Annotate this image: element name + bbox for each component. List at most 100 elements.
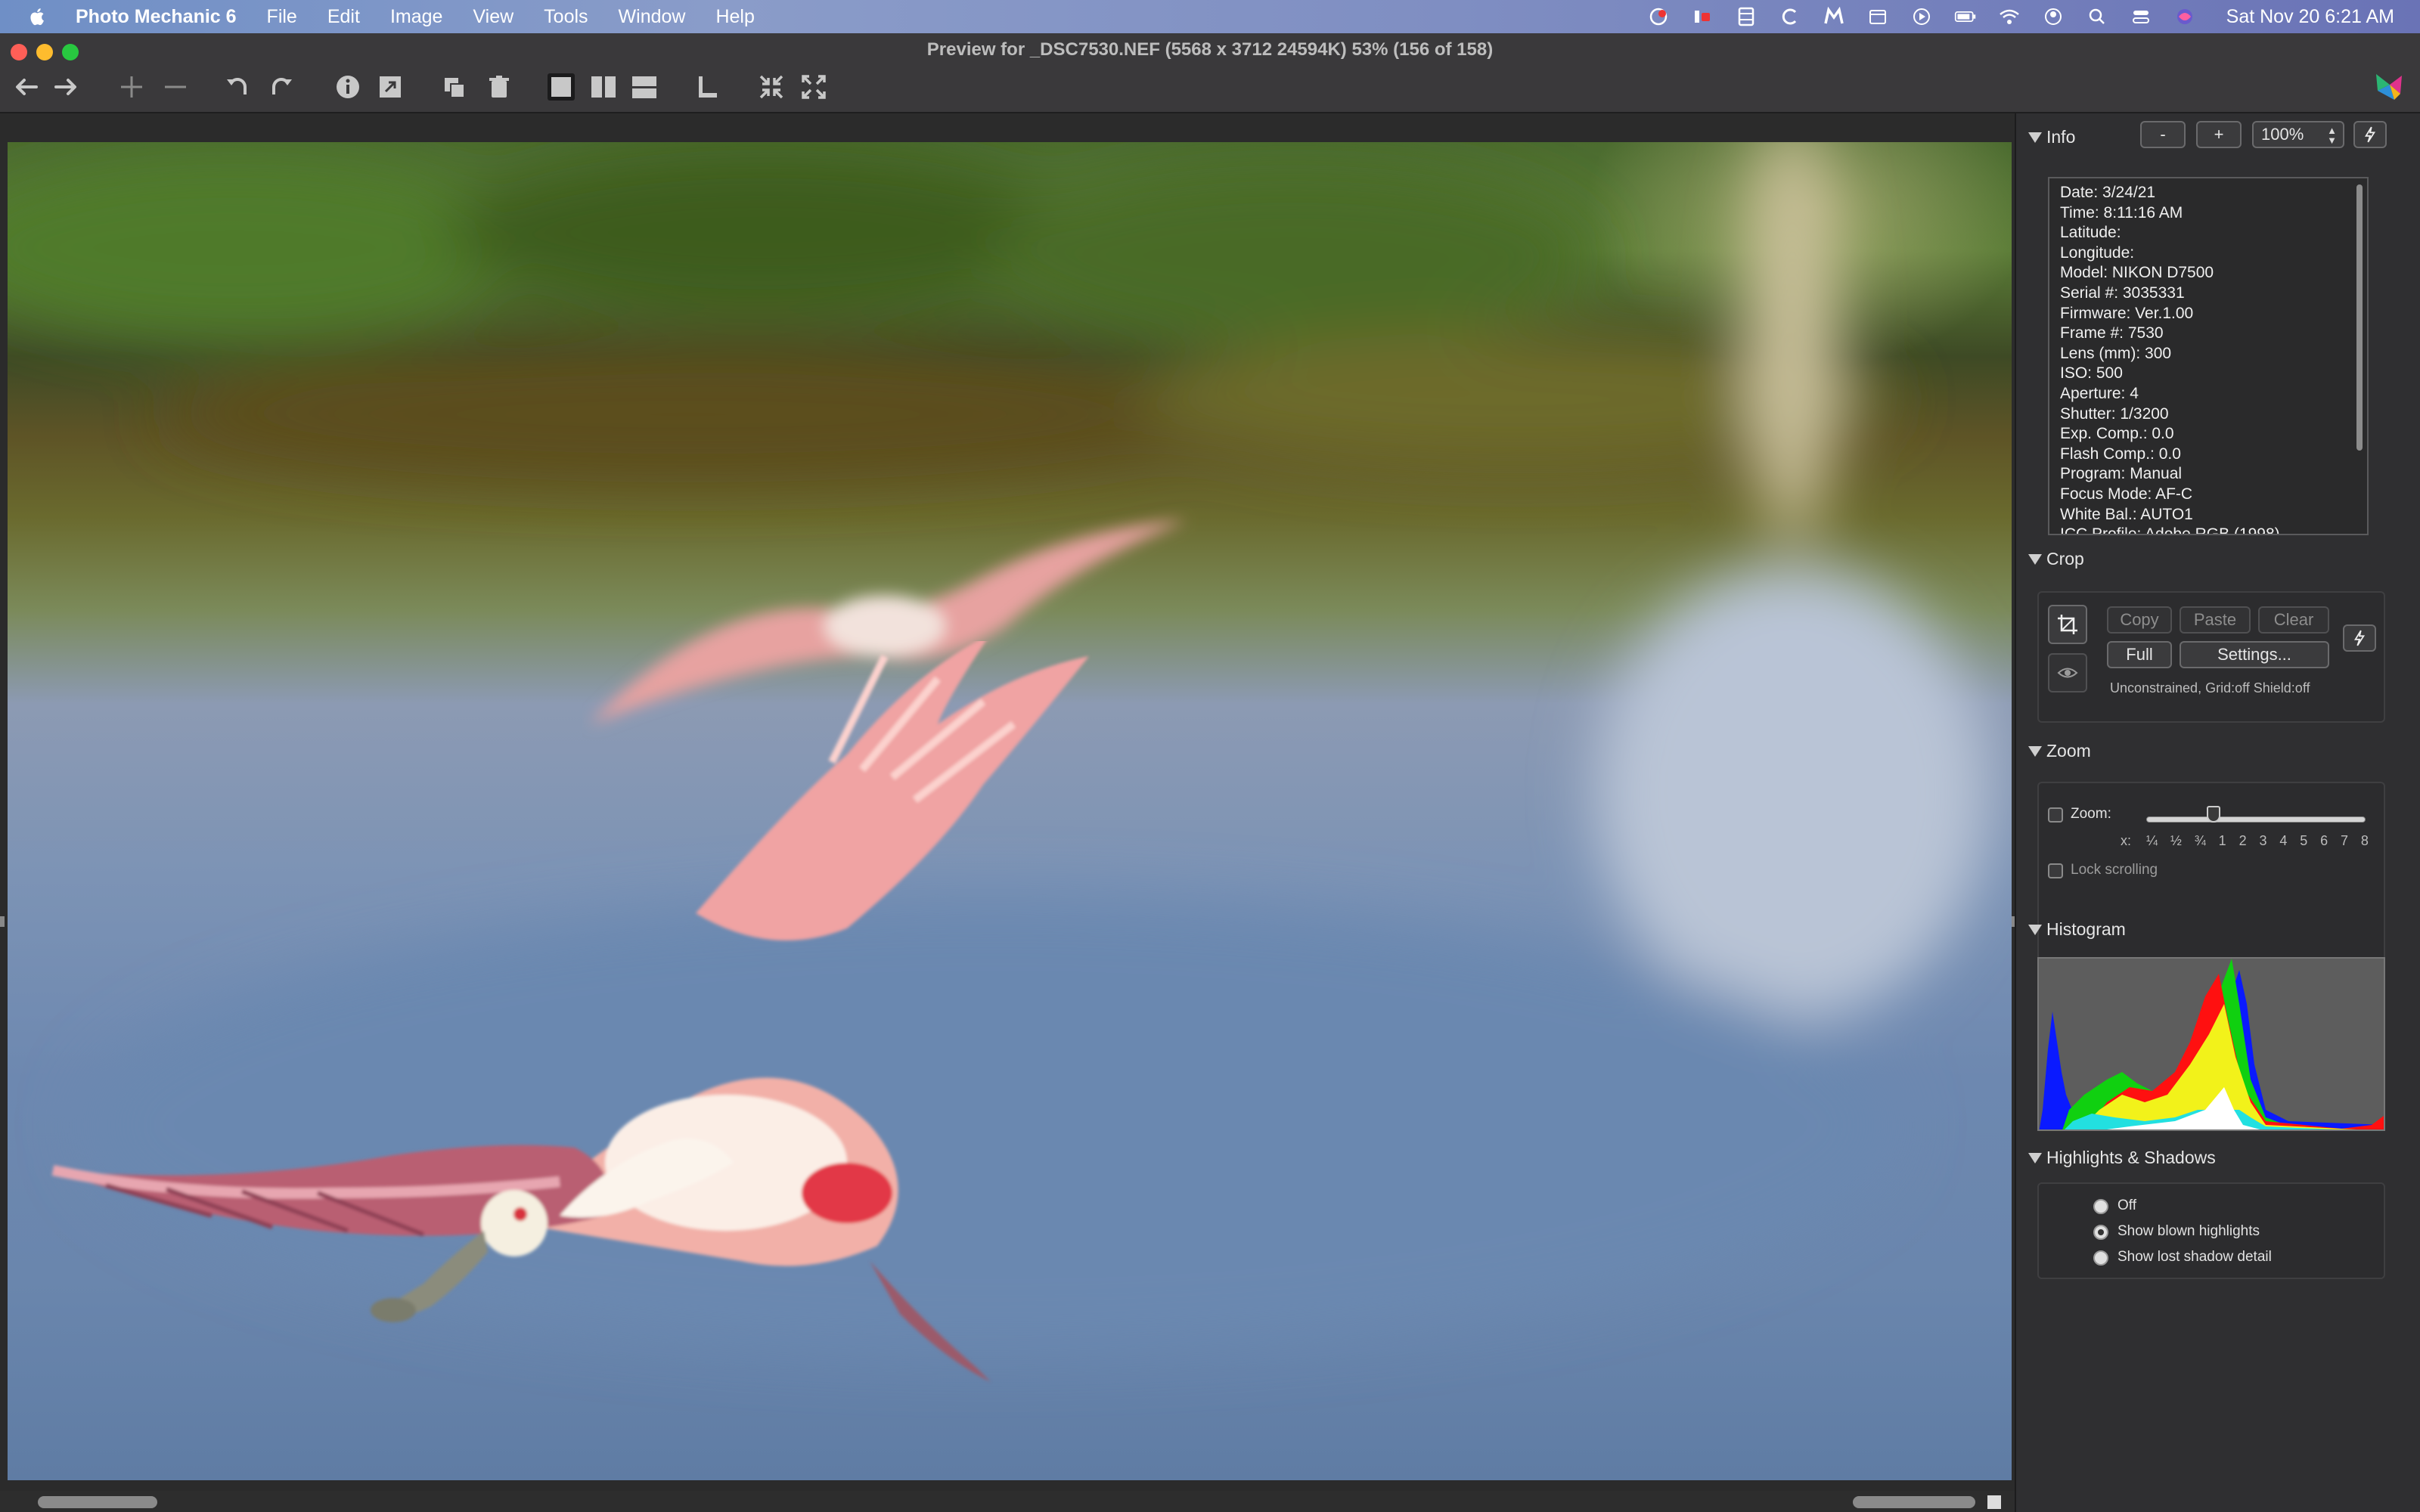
zoom-tick: ½ <box>2170 833 2182 848</box>
menu-tools[interactable]: Tools <box>544 6 588 28</box>
info-line: Aperture: 4 <box>2060 384 2139 402</box>
lock-scrolling-checkbox[interactable] <box>2048 863 2063 878</box>
crop-tool-button[interactable] <box>2048 605 2087 644</box>
trash-icon[interactable] <box>484 71 514 103</box>
preview-photo[interactable] <box>8 142 2012 1480</box>
inspector-panel: Info - + 100% ▲ ▼ Date: 3/24/21 Time: 8:1… <box>2015 113 2420 1512</box>
menu-view[interactable]: View <box>473 6 513 28</box>
resize-corner[interactable] <box>1987 1495 2001 1509</box>
info-section-header[interactable]: Info <box>2028 127 2075 147</box>
user-account-icon[interactable] <box>2040 5 2066 28</box>
fit-to-window-icon[interactable] <box>756 71 786 103</box>
zoom-in-plus-icon[interactable] <box>116 71 147 103</box>
recording-icon[interactable] <box>1689 5 1715 28</box>
copy-icon[interactable] <box>440 71 470 103</box>
calendar-icon[interactable] <box>1865 5 1891 28</box>
scroll-thumb-left[interactable] <box>38 1496 157 1508</box>
zoom-slider-track[interactable] <box>2146 816 2366 823</box>
radio-show-lost-shadow[interactable] <box>2093 1250 2108 1266</box>
horizontal-scrollbar[interactable] <box>0 1491 2015 1512</box>
zoom-tick: 8 <box>2360 833 2369 848</box>
menu-edit[interactable]: Edit <box>327 6 360 28</box>
search-icon[interactable] <box>2084 5 2110 28</box>
histogram-section-header[interactable]: Histogram <box>2028 919 2126 940</box>
highlights-header-label: Highlights & Shadows <box>2046 1148 2216 1167</box>
highlights-section-header[interactable]: Highlights & Shadows <box>2028 1148 2216 1168</box>
info-line: ISO: 500 <box>2060 364 2123 383</box>
lightning-icon <box>2353 630 2366 646</box>
forward-arrow-icon[interactable] <box>51 71 82 103</box>
radio-show-blown-highlights[interactable] <box>2093 1225 2108 1240</box>
control-center-icon[interactable] <box>2128 5 2154 28</box>
zoom-tick: ¾ <box>2194 833 2206 848</box>
disclosure-triangle-icon <box>2028 745 2042 757</box>
menu-file[interactable]: File <box>267 6 297 28</box>
radio-off[interactable] <box>2093 1199 2108 1214</box>
crop-full-button[interactable]: Full <box>2107 641 2172 668</box>
info-icon[interactable] <box>333 71 363 103</box>
zoom-tick: 6 <box>2320 833 2328 848</box>
back-arrow-icon[interactable] <box>11 71 41 103</box>
siri-icon[interactable] <box>2172 5 2198 28</box>
scroll-thumb-right[interactable] <box>1853 1496 1975 1508</box>
crop-status-text: Unconstrained, Grid:off Shield:off <box>2110 680 2310 696</box>
zoom-scale-labels: ¼ ½ ¾ 1 2 3 4 5 6 7 8 <box>2146 833 2369 849</box>
zoom-out-minus-icon[interactable] <box>160 71 191 103</box>
zoom-label: Zoom: <box>2071 806 2111 822</box>
crop-lightning-button[interactable] <box>2343 624 2376 652</box>
crop-shield-button[interactable] <box>2048 653 2087 692</box>
histogram-svg <box>2039 959 2384 1129</box>
align-icon[interactable] <box>693 71 723 103</box>
crop-settings-button[interactable]: Settings... <box>2180 641 2329 668</box>
single-view-icon[interactable] <box>546 71 576 103</box>
menu-help[interactable]: Help <box>715 6 754 28</box>
zoom-slider-thumb[interactable] <box>2207 806 2220 823</box>
open-external-icon[interactable] <box>375 71 405 103</box>
zoom-tick: 7 <box>2341 833 2349 848</box>
crop-clear-button[interactable]: Clear <box>2258 606 2329 634</box>
menu-window[interactable]: Window <box>619 6 686 28</box>
refresh-c-icon[interactable] <box>1777 5 1803 28</box>
wifi-icon[interactable] <box>1996 5 2022 28</box>
stepper-arrows-icon: ▲ ▼ <box>2327 125 2337 146</box>
stacked-view-icon[interactable] <box>629 71 659 103</box>
info-metadata-list[interactable]: Date: 3/24/21 Time: 8:11:16 AM Latitude:… <box>2048 177 2369 535</box>
toolbar <box>0 67 2269 107</box>
eye-icon <box>2057 668 2078 678</box>
apple-icon[interactable] <box>27 5 50 28</box>
info-decrease-button[interactable]: - <box>2140 121 2186 148</box>
side-by-side-view-icon[interactable] <box>588 71 619 103</box>
crop-copy-button[interactable]: Copy <box>2107 606 2172 634</box>
rotate-left-icon[interactable] <box>222 71 253 103</box>
menu-image[interactable]: Image <box>390 6 442 28</box>
radio-show-blown-highlights-label: Show blown highlights <box>2118 1223 2260 1239</box>
zoom-checkbox[interactable] <box>2048 807 2063 823</box>
creative-cloud-icon[interactable] <box>1646 5 1671 28</box>
histogram-header-label: Histogram <box>2046 919 2126 939</box>
info-line: Firmware: Ver.1.00 <box>2060 304 2194 322</box>
spoonbill-bird <box>51 641 1089 1382</box>
info-lightning-button[interactable] <box>2353 121 2387 148</box>
fullscreen-icon[interactable] <box>799 71 829 103</box>
play-circle-icon[interactable] <box>1909 5 1934 28</box>
image-preview-pane[interactable] <box>0 113 2015 1512</box>
info-increase-button[interactable]: + <box>2196 121 2242 148</box>
status-area: Sat Nov 20 6:21 AM <box>1646 0 2394 33</box>
info-scrollbar[interactable] <box>2356 184 2363 451</box>
menu-clock[interactable]: Sat Nov 20 6:21 AM <box>2226 6 2394 28</box>
crop-section-header[interactable]: Crop <box>2028 549 2084 569</box>
battery-icon[interactable] <box>1953 5 1978 28</box>
info-zoom-select[interactable]: 100% ▲ ▼ <box>2252 121 2344 148</box>
app-menu[interactable]: Photo Mechanic 6 <box>76 6 237 28</box>
lock-scrolling-label: Lock scrolling <box>2071 862 2158 878</box>
menu-bar: Photo Mechanic 6 File Edit Image View To… <box>0 0 2420 33</box>
rotate-right-icon[interactable] <box>266 71 296 103</box>
film-strip-icon[interactable] <box>1733 5 1759 28</box>
zoom-header-label: Zoom <box>2046 741 2091 761</box>
zoom-section-header[interactable]: Zoom <box>2028 741 2091 761</box>
crop-paste-button[interactable]: Paste <box>2180 606 2251 634</box>
split-handle-left[interactable] <box>0 916 5 927</box>
info-line: ICC Profile: Adobe RGB (1998) <box>2060 525 2280 535</box>
malwarebytes-icon[interactable] <box>1821 5 1847 28</box>
zoom-tick: 5 <box>2300 833 2308 848</box>
